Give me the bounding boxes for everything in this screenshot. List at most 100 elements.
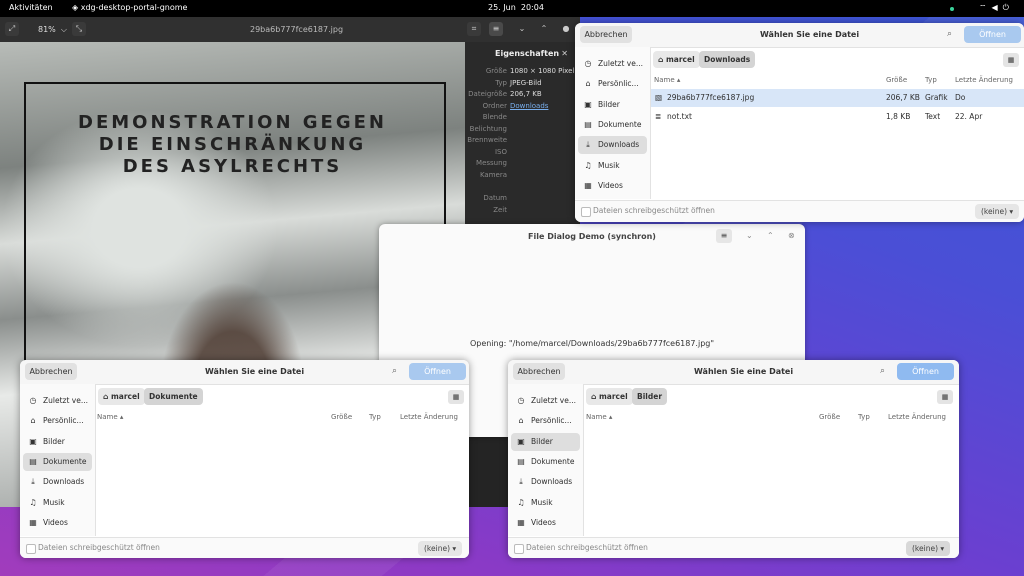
expand-icon[interactable]: ⤡ (72, 22, 86, 36)
cancel-button[interactable]: Abbrechen (580, 26, 632, 43)
file-row[interactable]: ≣ not.txt 1,8 KB Text 22. Apr (651, 108, 1024, 126)
opening-message: Opening: "/home/marcel/Downloads/29ba6b7… (469, 339, 715, 348)
grid-view-icon[interactable]: ▦ (448, 390, 464, 404)
column-modified[interactable]: Letzte Änderung (955, 76, 1013, 84)
clock-date: 25. Jun (488, 3, 516, 12)
crop-icon[interactable]: ⌗ (467, 22, 481, 36)
sidebar-item[interactable]: ▣ Bilder (578, 96, 647, 114)
sidebar-item-label: Persönlic... (531, 416, 572, 426)
close-icon[interactable]: ⊗ (788, 231, 795, 240)
property-key: Zeit (493, 205, 507, 214)
crumb-current[interactable]: Dokumente (144, 388, 203, 405)
column-size[interactable]: Größe (331, 413, 352, 421)
property-value: JPEG-Bild (510, 78, 542, 87)
sidebar-item[interactable]: ⤓ Downloads (511, 473, 580, 491)
fullscreen-icon[interactable]: ⤢ (5, 22, 19, 36)
filter-dropdown[interactable]: (keine) ▾ (906, 541, 951, 556)
crumb-home[interactable]: ⌂ marcel (98, 388, 145, 405)
sidebar-item-label: Bilder (598, 99, 620, 109)
column-modified[interactable]: Letzte Änderung (400, 413, 458, 421)
readonly-checkbox[interactable] (514, 544, 524, 554)
crumb-current[interactable]: Bilder (632, 388, 668, 405)
close-icon[interactable]: ● (559, 22, 573, 36)
menu-icon[interactable]: ≡ (489, 22, 503, 36)
sidebar-item[interactable]: ♫ Musik (23, 494, 92, 512)
sidebar-item[interactable]: ◷ Zuletzt ve... (511, 392, 580, 410)
close-icon[interactable]: ✕ (561, 49, 568, 58)
app-menu[interactable]: ◈ xdg-desktop-portal-gnome (72, 3, 187, 12)
properties-title: Eigenschaften (495, 49, 560, 58)
crumb-home[interactable]: ⌂ marcel (586, 388, 633, 405)
column-name[interactable]: Name ▴ (97, 413, 123, 421)
filter-dropdown[interactable]: (keine) ▾ (418, 541, 463, 556)
sidebar-item[interactable]: ◷ Zuletzt ve... (23, 392, 92, 410)
crumb-home[interactable]: ⌂ marcel (653, 51, 700, 68)
cancel-button[interactable]: Abbrechen (513, 363, 565, 380)
headline-line: DIE EINSCHRÄNKUNG (98, 134, 367, 155)
column-type[interactable]: Typ (925, 76, 937, 84)
sidebar: ◷ Zuletzt ve... ⌂ Persönlic... ▣ Bilder ▤ Dokum… (20, 384, 96, 536)
open-button[interactable]: Öffnen (964, 26, 1021, 43)
sidebar-icon: ⤓ (519, 477, 523, 487)
readonly-checkbox[interactable] (581, 207, 591, 217)
sidebar-item[interactable]: ◷ Zuletzt ve... (578, 55, 647, 73)
file-row[interactable]: ▧ 29ba6b777fce6187.jpg 206,7 KB Grafik Do (651, 89, 1024, 107)
sidebar-item[interactable]: ♫ Musik (578, 157, 647, 175)
menu-icon[interactable]: ≡ (716, 229, 732, 243)
column-name-label: Name (654, 76, 675, 84)
viewer-header: ⤢ 81% ⌵ ⤡ 29ba6b777fce6187.jpg ⌗ ≡ ⌄ ⌃ ● (0, 17, 580, 42)
activities-button[interactable]: Aktivitäten (9, 3, 53, 12)
sidebar: ◷ Zuletzt ve... ⌂ Persönlic... ▣ Bilder ▤ Dokum… (575, 47, 651, 199)
sidebar-item[interactable]: ▤ Dokumente (511, 453, 580, 471)
sidebar-item[interactable]: ▤ Dokumente (23, 452, 92, 471)
sidebar-item[interactable]: ▦ Videos (511, 514, 580, 532)
column-size[interactable]: Größe (819, 413, 840, 421)
zoom-menu[interactable]: 81% ⌵ (38, 25, 67, 35)
filter-dropdown[interactable]: (keine) ▾ (975, 204, 1020, 219)
sidebar-item[interactable]: ⤓ Downloads (578, 136, 647, 155)
sidebar-item[interactable]: ⌂ Persönlic... (578, 75, 647, 93)
cancel-button[interactable]: Abbrechen (25, 363, 77, 380)
sidebar-item-label: Downloads (531, 477, 573, 487)
property-key: Blende (482, 113, 507, 121)
headline-line: DEMONSTRATION GEGEN (78, 112, 387, 133)
readonly-checkbox[interactable] (26, 544, 36, 554)
property-key: ISO (494, 147, 507, 156)
column-type[interactable]: Typ (858, 413, 870, 421)
maximize-icon[interactable]: ⌃ (767, 231, 774, 240)
search-icon[interactable]: ⌕ (880, 366, 885, 376)
open-button[interactable]: Öffnen (409, 363, 466, 380)
column-modified[interactable]: Letzte Änderung (888, 413, 946, 421)
sidebar-item[interactable]: ▣ Bilder (511, 432, 580, 451)
search-icon[interactable]: ⌕ (392, 366, 397, 376)
file-chooser-dokumente: Abbrechen Wählen Sie eine Datei ⌕ Öffnen… (20, 360, 469, 558)
maximize-icon[interactable]: ⌃ (537, 22, 551, 36)
column-type[interactable]: Typ (369, 413, 381, 421)
sidebar-item[interactable]: ♫ Musik (511, 494, 580, 512)
grid-view-icon[interactable]: ▦ (937, 390, 953, 404)
file-chooser-bilder: Abbrechen Wählen Sie eine Datei ⌕ Öffnen… (508, 360, 959, 558)
search-icon[interactable]: ⌕ (947, 29, 952, 39)
sidebar-item[interactable]: ▦ Videos (23, 514, 92, 532)
sidebar-item[interactable]: ⌂ Persönlic... (511, 412, 580, 430)
sidebar-item[interactable]: ⌂ Persönlic... (23, 412, 92, 430)
grid-view-icon[interactable]: ▦ (1003, 53, 1019, 67)
column-name[interactable]: Name ▴ (586, 413, 612, 421)
property-key: Typ (495, 78, 507, 87)
system-tray[interactable]: ⌔◀⏻ (979, 3, 1014, 13)
sidebar-item[interactable]: ▦ Videos (578, 177, 647, 195)
volume-icon: ◀ (991, 3, 1003, 12)
minimize-icon[interactable]: ⌄ (746, 231, 753, 240)
open-button[interactable]: Öffnen (897, 363, 954, 380)
column-name[interactable]: Name ▴ (654, 76, 680, 84)
folder-link[interactable]: Downloads (510, 102, 548, 110)
sidebar-item[interactable]: ⤓ Downloads (23, 473, 92, 491)
column-size[interactable]: Größe (886, 76, 907, 84)
sidebar-item[interactable]: ▤ Dokumente (578, 116, 647, 134)
sidebar-item-label: Downloads (43, 477, 85, 487)
minimize-icon[interactable]: ⌄ (515, 22, 529, 36)
sidebar-item[interactable]: ▣ Bilder (23, 433, 92, 451)
file-chooser-downloads: Abbrechen Wählen Sie eine Datei ⌕ Öffnen… (575, 23, 1024, 222)
clock[interactable]: 25. Jun 20:04 (488, 3, 544, 12)
crumb-current[interactable]: Downloads (699, 51, 756, 68)
